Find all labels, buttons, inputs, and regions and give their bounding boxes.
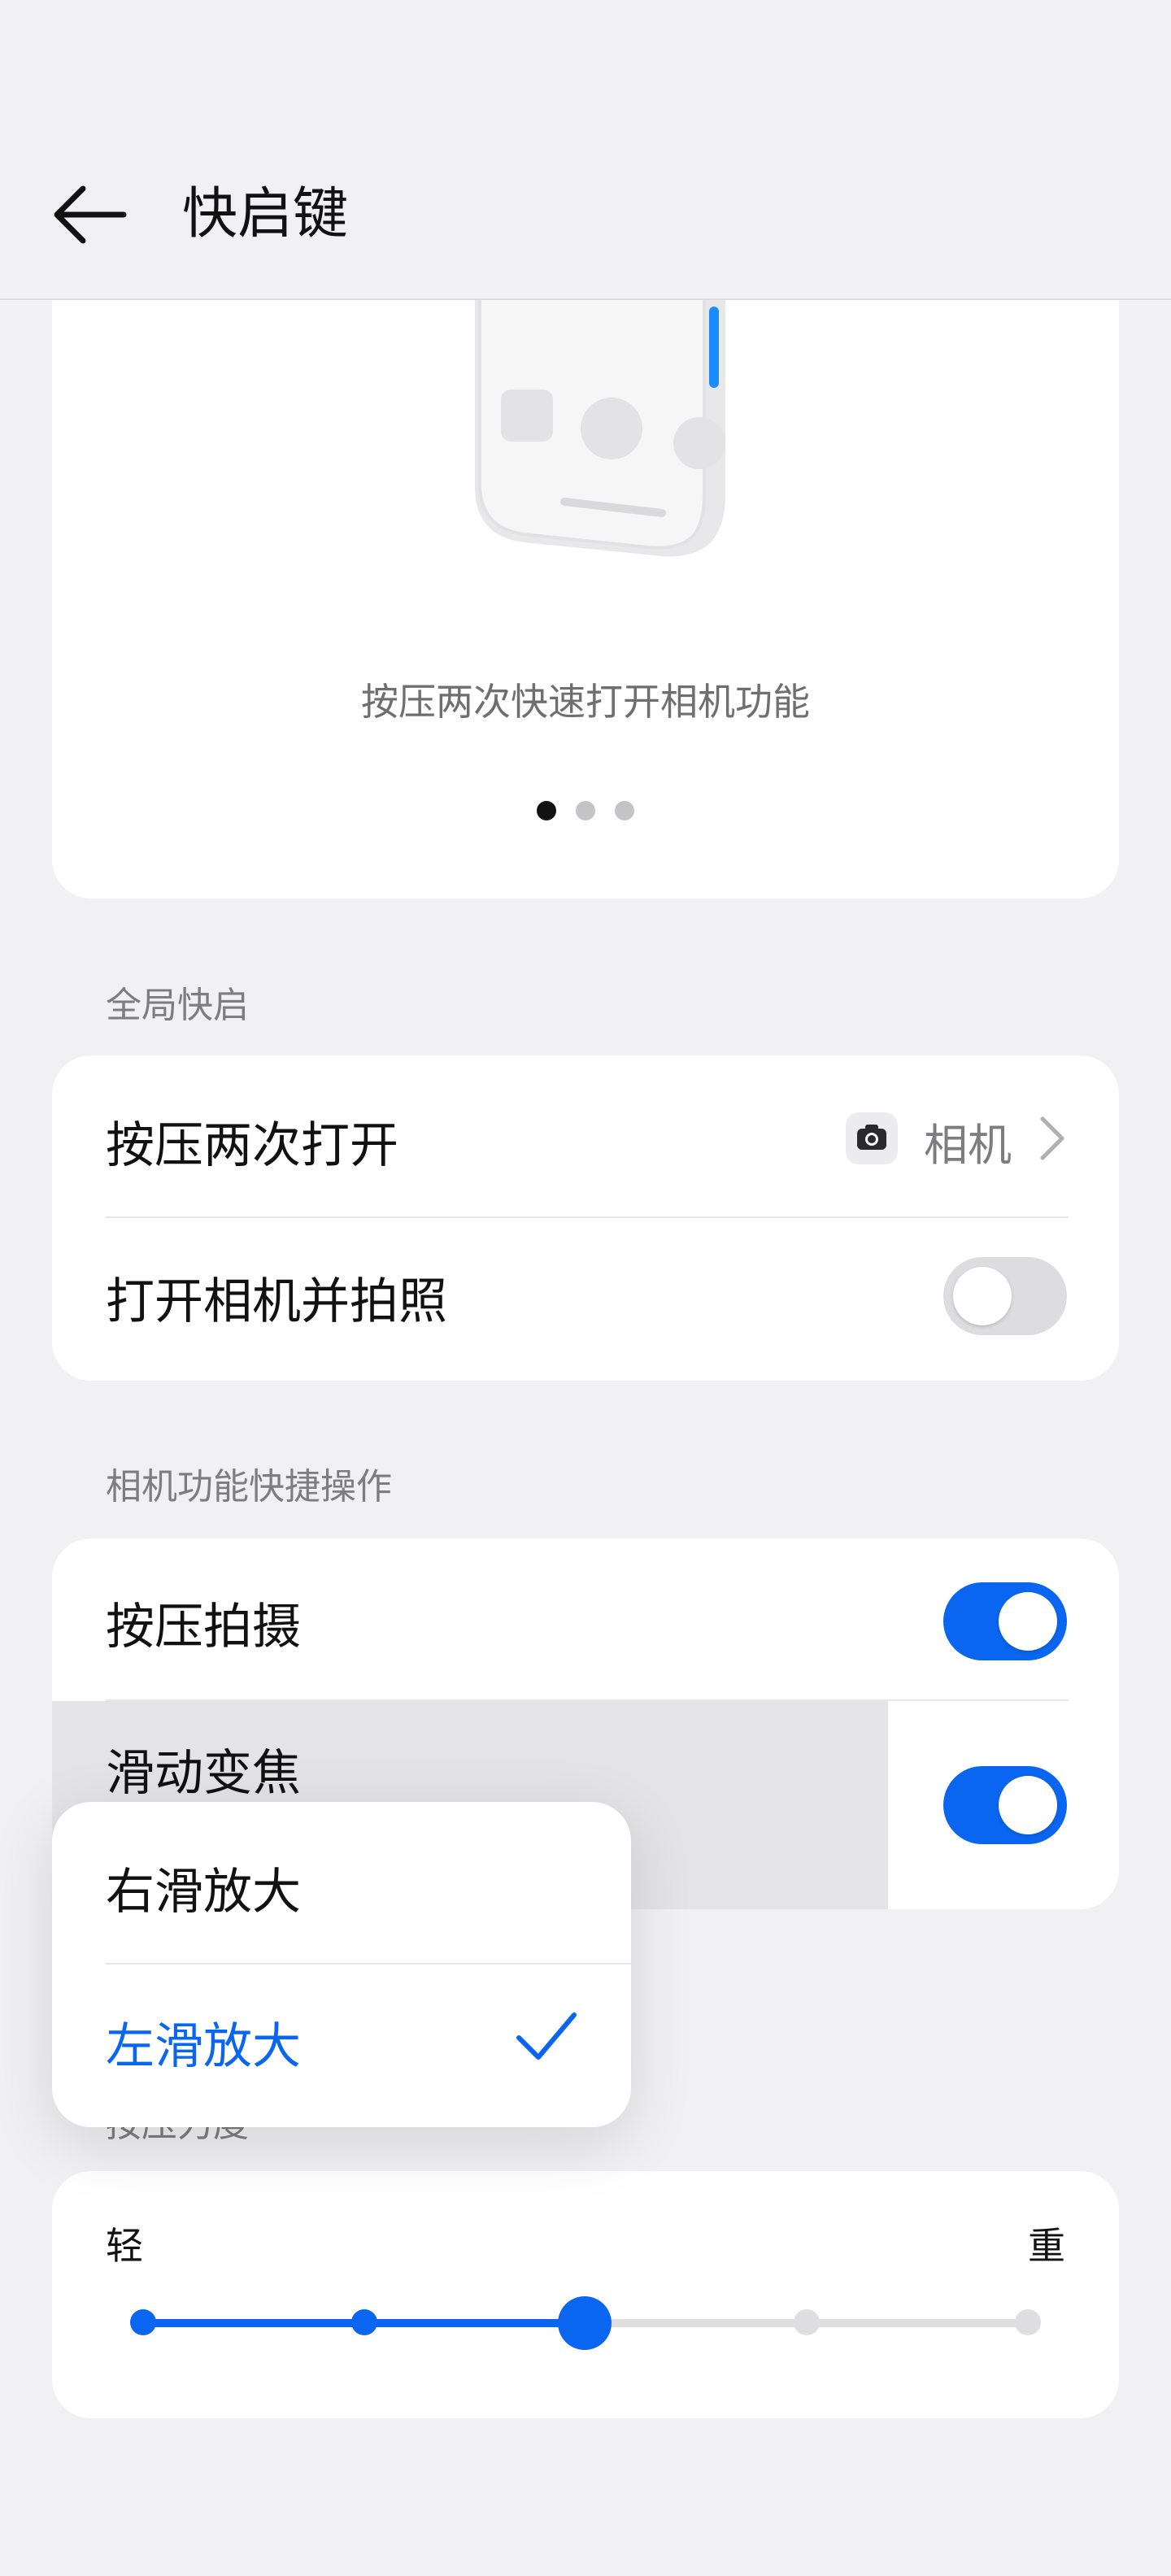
slide-zoom-toggle[interactable] [943,1766,1067,1844]
menu-option-label: 右滑放大 [106,1864,301,1921]
press-shoot-toggle[interactable] [943,1582,1067,1660]
slider-step-dot[interactable] [351,2309,377,2335]
row-divider [106,1216,1069,1218]
slider-step-dot[interactable] [794,2309,820,2335]
double-press-title: 按压两次打开 [106,1117,398,1174]
slider-thumb[interactable] [558,2296,612,2350]
arrow-left-icon [54,185,127,244]
toggle-knob [953,1267,1012,1325]
toggle-knob [999,1592,1057,1651]
checkmark-icon [514,2008,579,2069]
slide-zoom-title: 滑动变焦 [106,1745,301,1802]
section-label-camera: 相机功能快捷操作 [106,1466,392,1508]
chevron-right-icon [1038,1114,1067,1166]
section-label-global: 全局快启 [106,985,249,1026]
page-indicator-dot[interactable] [576,801,595,820]
illustration-caption: 按压两次快速打开相机功能 [361,680,810,724]
pressure-max-label: 重 [1028,2224,1065,2268]
menu-option-slide-left-zoom[interactable]: 左滑放大 [52,1965,631,2127]
pressure-slider[interactable] [122,2293,1049,2352]
open-camera-shoot-toggle[interactable] [943,1257,1067,1335]
open-camera-shoot-title: 打开相机并拍照 [106,1273,447,1330]
page-indicator-dot[interactable] [615,801,634,820]
camera-app-icon [846,1112,898,1164]
toggle-knob [999,1776,1057,1834]
header-bar [0,0,1171,299]
page-indicator-dot-active[interactable] [537,801,556,820]
page-title: 快启键 [182,182,349,246]
illustration-card: 按压两次快速打开相机功能 [52,300,1119,899]
slider-step-dot[interactable] [130,2309,156,2335]
back-button[interactable] [46,176,137,254]
pressure-min-label: 轻 [106,2224,143,2268]
press-shoot-title: 按压拍摄 [106,1599,301,1656]
row-divider [106,1699,1069,1701]
phone-illustration [475,300,725,557]
slide-zoom-popup-menu: 右滑放大 左滑放大 [52,1802,631,2127]
menu-option-label-selected: 左滑放大 [106,2018,301,2075]
double-press-value: 相机 [924,1120,1012,1171]
slider-step-dot[interactable] [1015,2309,1041,2335]
menu-option-slide-right-zoom[interactable]: 右滑放大 [52,1802,631,1963]
